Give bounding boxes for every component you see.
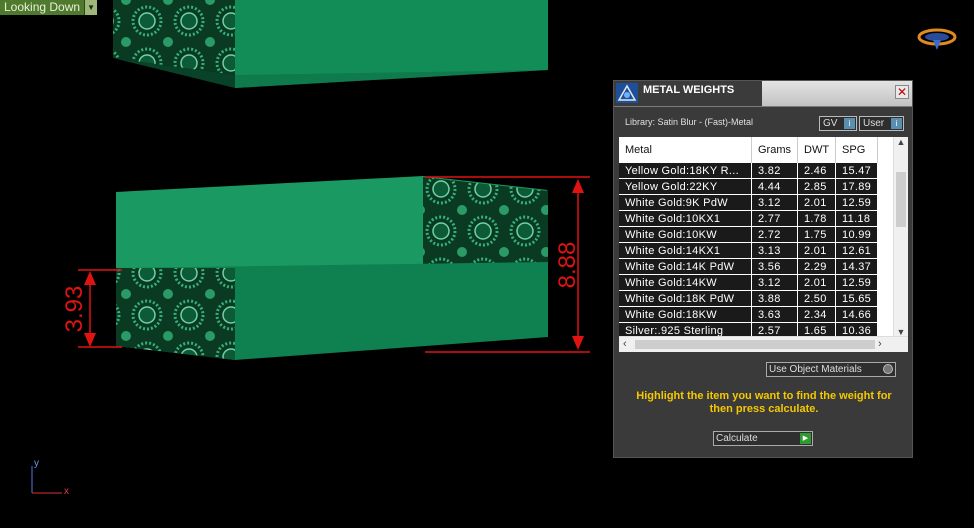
library-label: Library: Satin Blur - (Fast)-Metal: [625, 117, 754, 127]
table-cell: 2.01: [797, 274, 837, 291]
table-cell: 12.61: [835, 242, 879, 259]
lower-model: [116, 176, 548, 360]
scroll-up-icon[interactable]: ▲: [894, 137, 908, 147]
table-row[interactable]: White Gold:14KX1 3.13 2.01 12.61: [619, 242, 879, 259]
table-cell: 12.59: [835, 274, 879, 291]
table-cell: 12.59: [835, 194, 879, 211]
horizontal-scrollbar[interactable]: ‹ ›: [619, 336, 908, 352]
table-cell: 11.18: [835, 210, 879, 227]
play-icon[interactable]: ▶: [800, 433, 811, 444]
table-row[interactable]: White Gold:10KW 2.72 1.75 10.99: [619, 226, 879, 243]
table-cell: 4.44: [751, 178, 798, 195]
table-cell: White Gold:14KW: [619, 274, 752, 291]
table-cell: 17.89: [835, 178, 879, 195]
table-cell: 2.01: [797, 194, 837, 211]
calculate-label: Calculate: [716, 433, 758, 444]
table-row[interactable]: White Gold:9K PdW 3.12 2.01 12.59: [619, 194, 879, 211]
table-cell: 2.34: [797, 306, 837, 323]
table-cell: 2.77: [751, 210, 798, 227]
table-row[interactable]: Yellow Gold:18KY R... 3.82 2.46 15.47: [619, 163, 879, 179]
axis-x-label: x: [64, 486, 69, 497]
table-row[interactable]: White Gold:14K PdW 3.56 2.29 14.37: [619, 258, 879, 275]
table-cell: 2.85: [797, 178, 837, 195]
table-row[interactable]: White Gold:10KX1 2.77 1.78 11.18: [619, 210, 879, 227]
use-object-materials-label: Use Object Materials: [769, 364, 862, 375]
vertical-scroll-thumb[interactable]: [896, 172, 906, 227]
table-cell: White Gold:18K PdW: [619, 290, 752, 307]
column-header-grams[interactable]: Grams: [751, 137, 798, 163]
table-cell: 1.78: [797, 210, 837, 227]
table-cell: White Gold:9K PdW: [619, 194, 752, 211]
dimension-left-label: 3.93: [61, 286, 88, 333]
calculate-button[interactable]: Calculate ▶: [713, 431, 813, 446]
column-header-spg[interactable]: SPG: [835, 137, 879, 163]
horizontal-scroll-thumb[interactable]: [635, 340, 875, 349]
table-cell: 14.66: [835, 306, 879, 323]
table-cell: 2.46: [797, 163, 837, 179]
table-cell: 3.13: [751, 242, 798, 259]
table-cell: 2.72: [751, 226, 798, 243]
table-cell: 3.88: [751, 290, 798, 307]
table-cell: White Gold:18KW: [619, 306, 752, 323]
panel-logo-icon: [616, 83, 638, 103]
table-cell: 10.99: [835, 226, 879, 243]
table-cell: White Gold:10KX1: [619, 210, 752, 227]
table-cell: White Gold:14K PdW: [619, 258, 752, 275]
user-toggle[interactable]: User i: [859, 116, 904, 131]
table-cell: 2.01: [797, 242, 837, 259]
toggle-indicator-icon[interactable]: [883, 364, 893, 374]
metal-weights-panel: METAL WEIGHTS ✕ Library: Satin Blur - (F…: [613, 80, 913, 458]
instruction-text: Highlight the item you want to find the …: [636, 390, 892, 415]
gv-label: GV: [823, 118, 838, 129]
info-icon[interactable]: i: [844, 118, 855, 129]
table-cell: Yellow Gold:22KY: [619, 178, 752, 195]
table-cell: Yellow Gold:18KY R...: [619, 163, 752, 179]
table-cell: 3.63: [751, 306, 798, 323]
table-cell: 3.82: [751, 163, 798, 179]
table-cell: 3.12: [751, 274, 798, 291]
info-icon[interactable]: i: [891, 118, 902, 129]
dimension-right-label: 8.88: [554, 242, 581, 289]
table-cell: 1.75: [797, 226, 837, 243]
vertical-scrollbar[interactable]: ▲ ▼: [893, 137, 908, 337]
table-row[interactable]: Yellow Gold:22KY 4.44 2.85 17.89: [619, 178, 879, 195]
table-row[interactable]: White Gold:18KW 3.63 2.34 14.66: [619, 306, 879, 323]
table-cell: 15.47: [835, 163, 879, 179]
table-row[interactable]: White Gold:14KW 3.12 2.01 12.59: [619, 274, 879, 291]
table-cell: 2.29: [797, 258, 837, 275]
axis-indicator: y x: [31, 458, 69, 497]
use-object-materials-toggle[interactable]: Use Object Materials: [766, 362, 896, 377]
table-cell: White Gold:14KX1: [619, 242, 752, 259]
table-cell: 3.12: [751, 194, 798, 211]
scroll-left-icon[interactable]: ‹: [623, 337, 627, 352]
axis-y-label: y: [34, 458, 39, 469]
table-cell: 15.65: [835, 290, 879, 307]
table-cell: 2.50: [797, 290, 837, 307]
panel-header: METAL WEIGHTS ✕: [614, 81, 912, 107]
app-logo-icon[interactable]: [917, 28, 957, 50]
upper-model: [113, 0, 548, 88]
table-row[interactable]: White Gold:18K PdW 3.88 2.50 15.65: [619, 290, 879, 307]
table-cell: 3.56: [751, 258, 798, 275]
table-cell: 14.37: [835, 258, 879, 275]
scroll-right-icon[interactable]: ›: [878, 337, 882, 352]
column-header-metal[interactable]: Metal: [619, 137, 752, 163]
column-header-dwt[interactable]: DWT: [797, 137, 837, 163]
table-cell: White Gold:10KW: [619, 226, 752, 243]
gv-toggle[interactable]: GV i: [819, 116, 857, 131]
close-icon[interactable]: ✕: [895, 85, 909, 99]
user-label: User: [863, 118, 885, 129]
metal-table[interactable]: Metal Grams DWT SPG Yellow Gold:18KY R... 3.…: [619, 137, 908, 352]
